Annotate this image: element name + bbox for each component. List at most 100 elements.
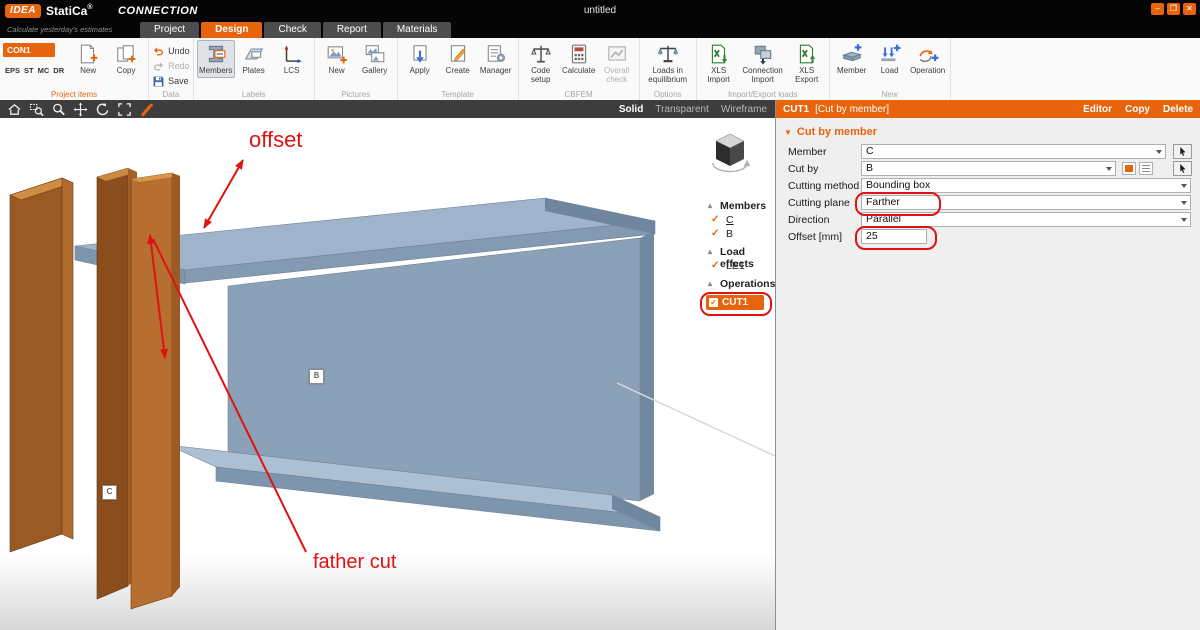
ribbon-button-connection-import[interactable]: Connection Import [738, 40, 788, 87]
cut-by-dropdown[interactable]: B [861, 161, 1116, 176]
tree-section-members[interactable]: ▴Members [698, 200, 775, 214]
ribbon-button-overall-check[interactable]: Overall check [598, 40, 636, 87]
tab-check[interactable]: Check [264, 22, 320, 38]
tab-report[interactable]: Report [323, 22, 381, 38]
plate-color-icon[interactable] [1122, 162, 1136, 175]
member-dropdown[interactable]: C [861, 144, 1166, 159]
display-mode-wireframe[interactable]: Wireframe [721, 104, 767, 115]
tree-section-operations[interactable]: ▴Operations [698, 278, 775, 292]
direction-dropdown[interactable]: Parallel [861, 212, 1191, 227]
tree-item-cut1[interactable]: ✓CUT1 [698, 295, 775, 313]
panel-action-delete[interactable]: Delete [1163, 104, 1193, 115]
ribbon-button-undo[interactable]: Undo [152, 44, 190, 58]
analysis-code-mc[interactable]: MC [38, 66, 50, 75]
ribbon-button-xls-export[interactable]: XLS Export [788, 40, 826, 87]
close-button[interactable]: ✕ [1183, 3, 1196, 15]
analysis-code-dr[interactable]: DR [53, 66, 64, 75]
ribbon-button-calculate[interactable]: Calculate [560, 40, 598, 78]
c-far-flange[interactable] [10, 178, 62, 552]
chevron-down-icon[interactable] [1106, 167, 1112, 171]
ribbon-button-redo[interactable]: Redo [152, 59, 190, 73]
select-in-scene-button[interactable] [1173, 144, 1192, 159]
layers-icon[interactable] [1139, 162, 1153, 175]
tree-item-le1[interactable]: ✓LE1 [698, 260, 775, 274]
member-label-b[interactable]: B [309, 369, 324, 384]
analysis-code-st[interactable]: ST [24, 66, 34, 75]
pan-icon[interactable] [73, 102, 88, 117]
checkbox-checked-icon[interactable]: ✓ [711, 214, 719, 225]
c-web-plate[interactable] [97, 168, 128, 599]
property-panel: ▼Cut by member MemberCCut byBCutting met… [775, 118, 1200, 630]
ribbon-button-member[interactable]: Member [833, 40, 871, 78]
ribbon-button-operation[interactable]: Operation [909, 40, 947, 78]
rotate-icon[interactable] [95, 102, 110, 117]
ribbon-button-create[interactable]: Create [439, 40, 477, 78]
select-in-scene-button[interactable] [1173, 161, 1192, 176]
c-near-flange[interactable] [131, 173, 172, 609]
chevron-down-icon[interactable] [1156, 150, 1162, 154]
c-far-flange-edge[interactable] [62, 178, 73, 539]
ribbon-button-new[interactable]: New [69, 40, 107, 78]
chevron-down-icon[interactable] [1181, 201, 1187, 205]
home-icon[interactable] [7, 102, 22, 117]
ribbon-button-code-setup[interactable]: Code setup [522, 40, 560, 87]
minimize-button[interactable]: – [1151, 3, 1164, 15]
section-collapse-icon[interactable]: ▼ [784, 128, 792, 137]
tab-design[interactable]: Design [201, 22, 262, 38]
c-near-flange-edge[interactable] [172, 173, 180, 596]
tab-materials[interactable]: Materials [383, 22, 452, 38]
ribbon-button-load[interactable]: Load [871, 40, 909, 78]
display-mode-solid[interactable]: Solid [619, 104, 643, 115]
manager-icon [485, 43, 507, 65]
viewport-3d[interactable]: Solid Transparent Wireframe [0, 100, 775, 630]
ribbon: CON1EPSSTMCDRNewCopyProject itemsUndoRed… [0, 38, 1200, 101]
display-mode-transparent[interactable]: Transparent [655, 104, 709, 115]
ribbon-button-copy[interactable]: Copy [107, 40, 145, 78]
ribbon-button-xls-import[interactable]: XLS Import [700, 40, 738, 87]
measure-icon[interactable] [139, 102, 154, 117]
ribbon-group-pictures: NewGalleryPictures [315, 38, 398, 100]
cutting-plane-dropdown[interactable]: Farther [861, 195, 1191, 210]
chevron-down-icon[interactable] [1181, 218, 1187, 222]
fit-icon[interactable] [117, 102, 132, 117]
ribbon-button-label: Calculate [562, 66, 595, 75]
viewport-canvas[interactable]: B C offset father cut ▴Members✓C✓B▴Load … [0, 118, 775, 630]
ribbon-button-save[interactable]: Save [152, 74, 190, 88]
operation-item-selected[interactable]: ✓CUT1 [706, 295, 764, 310]
collapse-icon[interactable]: ▴ [708, 201, 712, 210]
ribbon-button-manager[interactable]: Manager [477, 40, 515, 78]
collapse-icon[interactable]: ▴ [708, 279, 712, 288]
checkbox-checked-icon[interactable]: ✓ [711, 228, 719, 239]
checkbox-checked-icon[interactable]: ✓ [709, 298, 718, 307]
ribbon-button-gallery[interactable]: Gallery [356, 40, 394, 78]
chevron-down-icon[interactable] [1181, 184, 1187, 188]
ribbon-button-plates[interactable]: Plates [235, 40, 273, 78]
tree-section-load-effects[interactable]: ▴Load effects [698, 246, 775, 260]
ribbon-group-label: Template [398, 90, 518, 99]
navigation-cube[interactable] [706, 128, 754, 176]
analysis-code-eps[interactable]: EPS [5, 66, 20, 75]
offset-mm-input[interactable]: 25 [861, 229, 927, 244]
tree-item-b[interactable]: ✓B [698, 228, 775, 242]
ribbon-button-new[interactable]: New [318, 40, 356, 78]
zoom-icon[interactable] [51, 102, 66, 117]
zoom-window-icon[interactable] [29, 102, 44, 117]
tab-project[interactable]: Project [140, 22, 199, 38]
member-c-column[interactable] [10, 168, 180, 609]
panel-action-copy[interactable]: Copy [1125, 104, 1150, 115]
member-label-c[interactable]: C [102, 485, 117, 500]
collapse-icon[interactable]: ▴ [708, 247, 712, 256]
panel-action-editor[interactable]: Editor [1083, 104, 1112, 115]
active-connection-item[interactable]: CON1 [3, 43, 55, 57]
ribbon-button-apply[interactable]: Apply [401, 40, 439, 78]
ribbon-button-lcs[interactable]: LCS [273, 40, 311, 78]
section-header-cut-by-member[interactable]: ▼Cut by member [784, 126, 1200, 138]
checkbox-checked-icon[interactable]: ✓ [711, 260, 719, 271]
cutting-method-dropdown[interactable]: Bounding box [861, 178, 1191, 193]
ribbon-button-members[interactable]: Members [197, 40, 235, 78]
ribbon-button-loads-in-equilibrium[interactable]: Loads in equilibrium [643, 40, 693, 87]
b-web-end[interactable] [640, 231, 654, 501]
offset-arrow [204, 160, 243, 228]
tree-item-c[interactable]: ✓C [698, 214, 775, 228]
maximize-button[interactable]: ❐ [1167, 3, 1180, 15]
